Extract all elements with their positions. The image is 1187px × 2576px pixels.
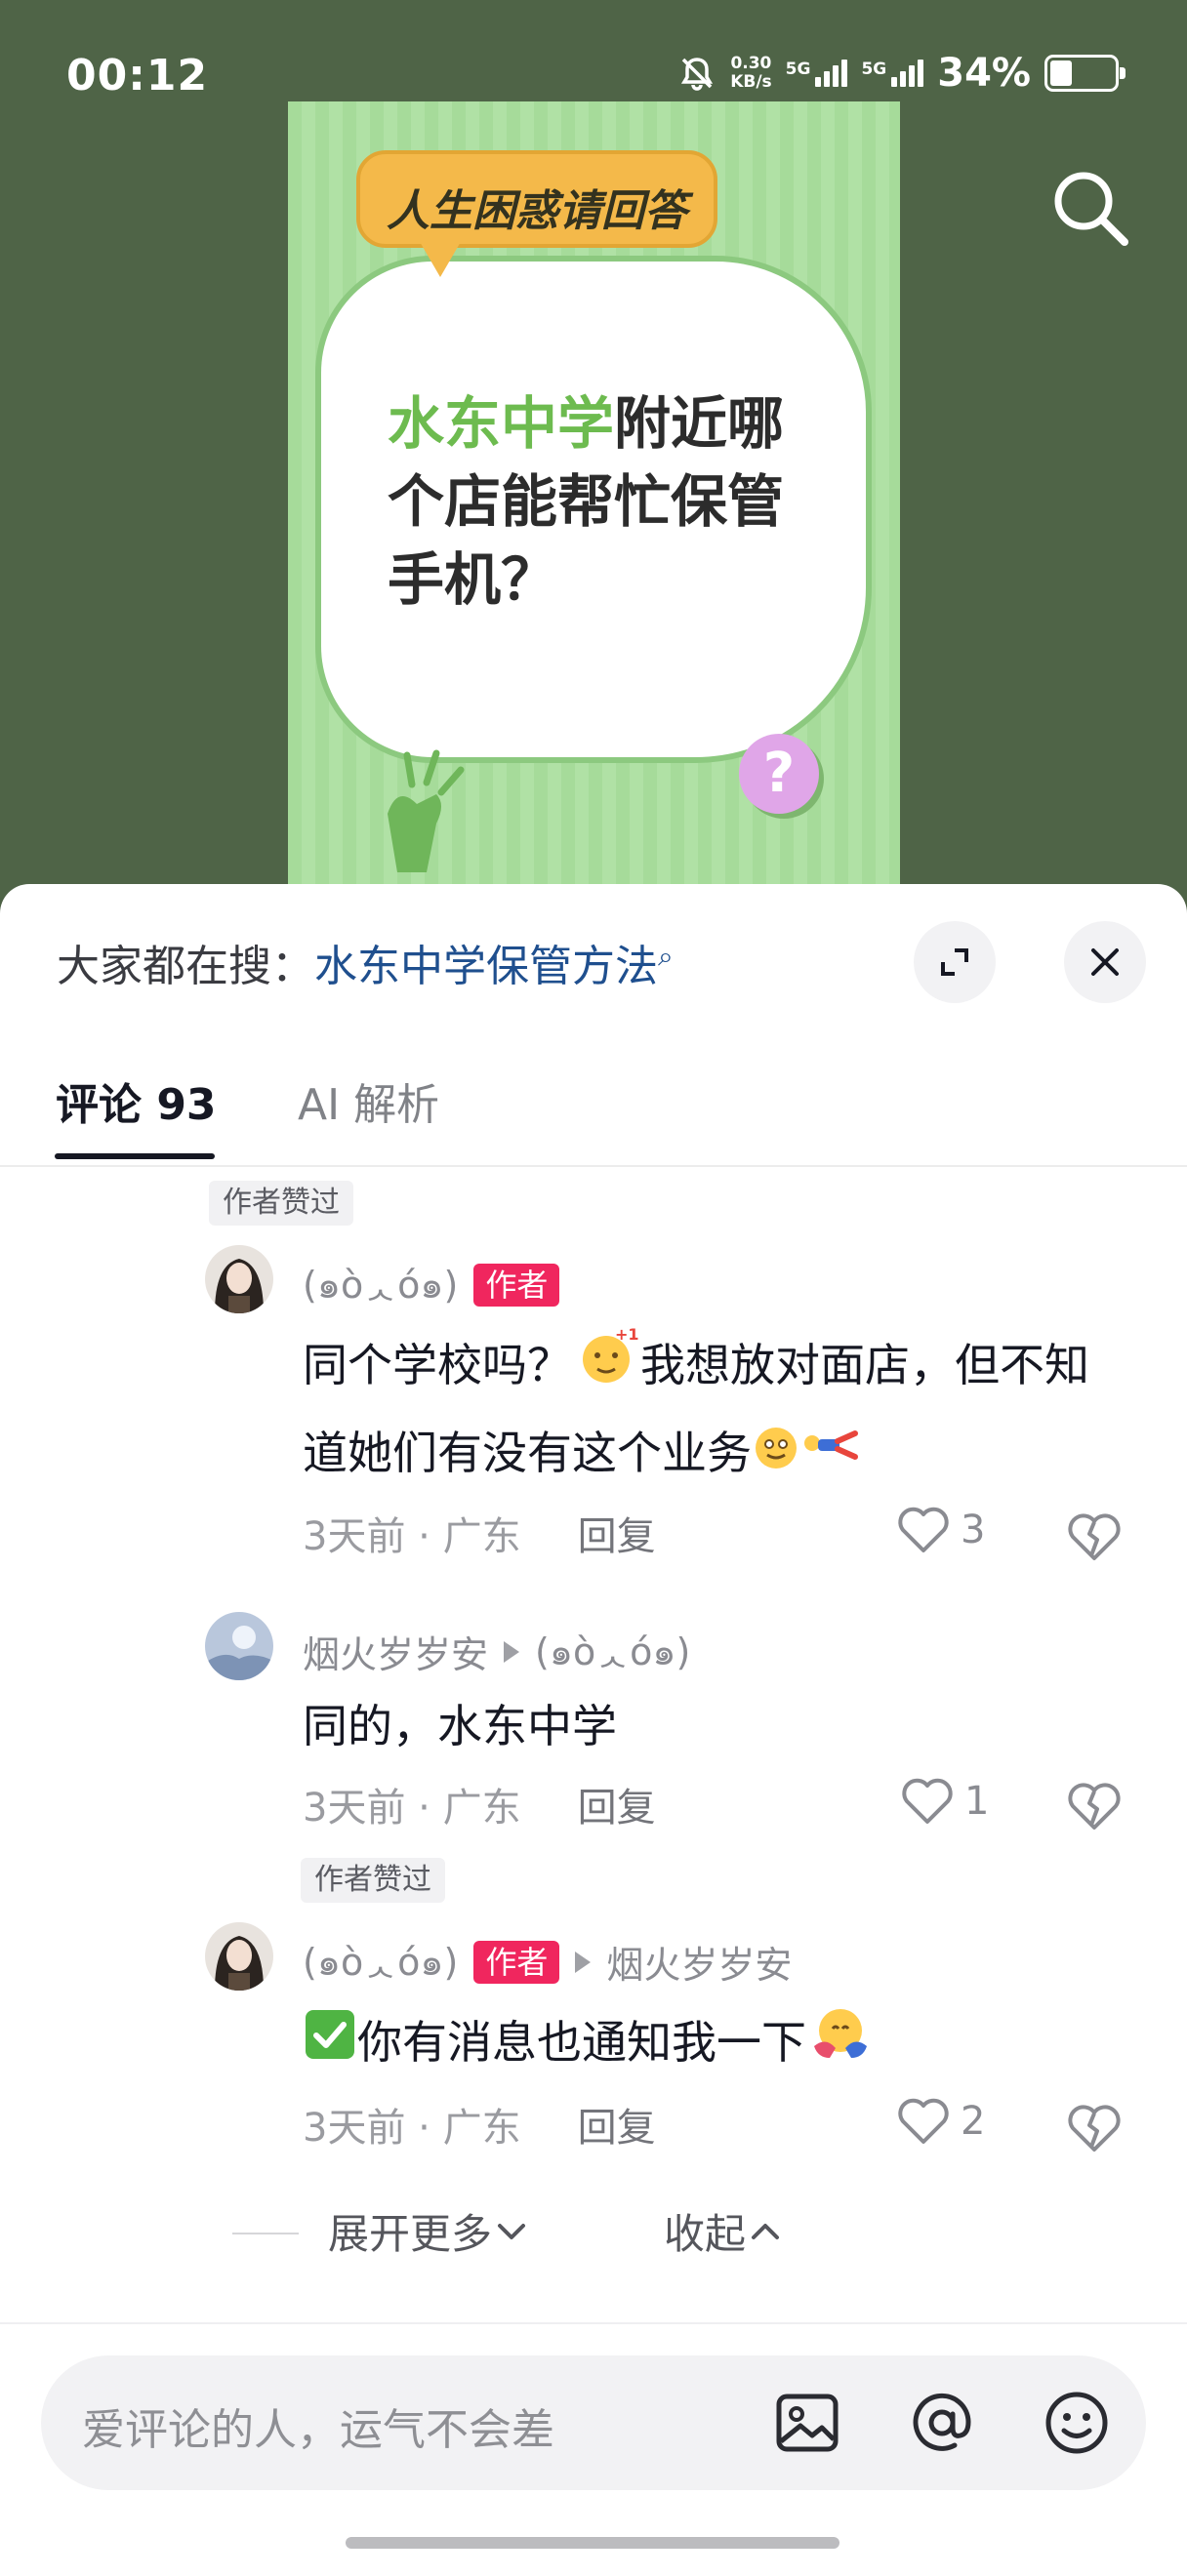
comment-time-location: 3天前 · 广东 [303,1514,521,1559]
battery-percent: 34% [937,51,1031,96]
tab-comments[interactable]: 评论 93 [56,1069,217,1132]
search-icon[interactable] [1046,164,1134,252]
image-icon[interactable] [769,2385,845,2461]
avatar[interactable] [205,1245,273,1313]
avatar-girl-icon [205,1922,273,1991]
comment-time-location: 3天前 · 广东 [303,2106,521,2151]
shy-face-emoji-icon: +1 [572,1325,640,1411]
comment-meta: 3天前 · 广东 回复 [303,1776,656,1832]
poster-header-bubble: 人生困惑请回答 [356,150,717,277]
comment-author[interactable]: (๑òᆺó๑) [303,1932,458,1992]
poster-question: 水东中学附近哪个店能帮忙保管手机？ [388,384,817,619]
comment-author[interactable]: (๑òᆺó๑) [303,1255,458,1314]
collapse-button[interactable]: 收起 [664,2201,785,2261]
input-divider [0,2322,1187,2324]
comment-text: 你有消息也通知我一下 [303,2000,1123,2088]
comment-tabs: 评论 93 AI 解析 [0,1069,1187,1167]
clapping-hand-icon [388,749,465,872]
hot-search-prefix: 大家都在搜： [57,942,314,991]
status-indicators: 0.30 KB/s 5G 5G 34% [677,51,1126,96]
expand-more-button[interactable]: 展开更多 [328,2201,531,2261]
battery-icon [1044,55,1126,92]
comment-time-location: 3天前 · 广东 [303,1786,521,1831]
avatar-girl-icon [205,1245,273,1313]
author-tag: 作者 [473,1263,560,1307]
dislike-heart-icon[interactable] [1064,1507,1125,1567]
net-speed-value: 0.30 [730,54,772,73]
reply-to-user[interactable]: 烟火岁岁安 [606,1935,792,1989]
comment-text-body: 你有消息也通知我一下 [357,2016,806,2069]
reply-arrow-icon [575,1951,592,1973]
close-icon [1091,948,1119,976]
heart-icon [898,2098,949,2144]
chevron-up-icon [752,2223,780,2239]
hot-search[interactable]: 大家都在搜：水东中学保管方法⌕ [57,931,674,993]
dislike-heart-icon[interactable] [1064,2098,1125,2158]
dislike-heart-icon[interactable] [1064,1776,1125,1836]
expand-more-label: 展开更多 [328,2210,493,2258]
hugging-face-emoji-icon [806,2003,875,2088]
search-mini-icon: ⌕ [658,940,674,973]
mute-bell-icon [681,58,714,91]
comment-author-line: 烟火岁岁安 (๑òᆺó๑) [303,1622,690,1681]
like-count: 3 [961,1508,986,1552]
author-liked-badge: 作者赞过 [301,1858,445,1903]
like-button[interactable]: 3 [896,1505,985,1555]
comment-author-line: (๑òᆺó๑) 作者 [303,1255,560,1314]
at-icon[interactable] [904,2385,980,2461]
avatar-landscape-icon [205,1612,273,1680]
collapse-label: 收起 [664,2210,747,2258]
home-indicator[interactable] [346,2537,839,2549]
author-liked-badge: 作者赞过 [209,1181,353,1226]
reply-arrow-icon [504,1640,520,1663]
reply-button[interactable]: 回复 [578,1505,656,1561]
video-poster: 人生困惑请回答 水东中学附近哪个店能帮忙保管手机？ ? [288,101,900,898]
smile-emoji-icon [752,1415,800,1499]
avatar[interactable] [205,1922,273,1991]
status-time: 00:12 [66,51,209,101]
signal-2: 5G [861,60,924,87]
comment-input-bar[interactable]: 爱评论的人，运气不会差 [41,2355,1146,2490]
avatar[interactable] [205,1612,273,1680]
expand-icon [941,948,968,976]
poster-question-badge: ? [739,734,819,814]
heart-icon [898,1507,949,1552]
active-tab-indicator [55,1153,215,1159]
like-button[interactable]: 2 [896,2096,985,2147]
network-label-2: 5G [861,60,887,79]
reply-button[interactable]: 回复 [578,2096,656,2153]
poster-question-highlight: 水东中学 [388,390,615,457]
comment-meta: 3天前 · 广东 回复 [303,2096,656,2153]
comment-input[interactable]: 爱评论的人，运气不会差 [82,2395,554,2457]
reply-button[interactable]: 回复 [578,1776,656,1832]
signal-1: 5G [786,60,848,87]
comment-author[interactable]: 烟火岁岁安 [303,1625,488,1678]
poster-header: 人生困惑请回答 [387,186,687,236]
emoji-icon[interactable] [1039,2385,1115,2461]
falling-person-emoji-icon [800,1415,859,1499]
check-mark-emoji-icon [303,2004,357,2088]
thread-divider-line [232,2233,299,2234]
author-tag: 作者 [473,1940,560,1984]
comment-text-part1: 同个学校吗？ [303,1339,572,1391]
comment-meta: 3天前 · 广东 回复 [303,1505,656,1561]
tab-ai-analysis[interactable]: AI 解析 [298,1069,439,1132]
comment-text: 同的，水东中学 [303,1700,617,1752]
like-count: 1 [964,1779,990,1824]
svg-text:+1: +1 [615,1326,639,1344]
net-speed: 0.30 KB/s [730,55,771,92]
close-panel-button[interactable] [1064,921,1146,1003]
chevron-down-icon [498,2223,526,2239]
hot-search-term[interactable]: 水东中学保管方法 [314,942,658,991]
reply-to-user[interactable]: (๑òᆺó๑) [535,1622,690,1681]
expand-panel-button[interactable] [914,921,996,1003]
net-speed-unit: KB/s [730,72,772,92]
like-count: 2 [961,2099,986,2144]
comment-author-line: (๑òᆺó๑) 作者 烟火岁岁安 [303,1932,792,1992]
heart-icon [902,1778,953,1824]
comment-text: 同个学校吗？ +1 我想放对面店，但不知道她们有没有这个业务 [303,1323,1123,1499]
like-button[interactable]: 1 [900,1776,989,1827]
network-label-1: 5G [785,60,811,79]
